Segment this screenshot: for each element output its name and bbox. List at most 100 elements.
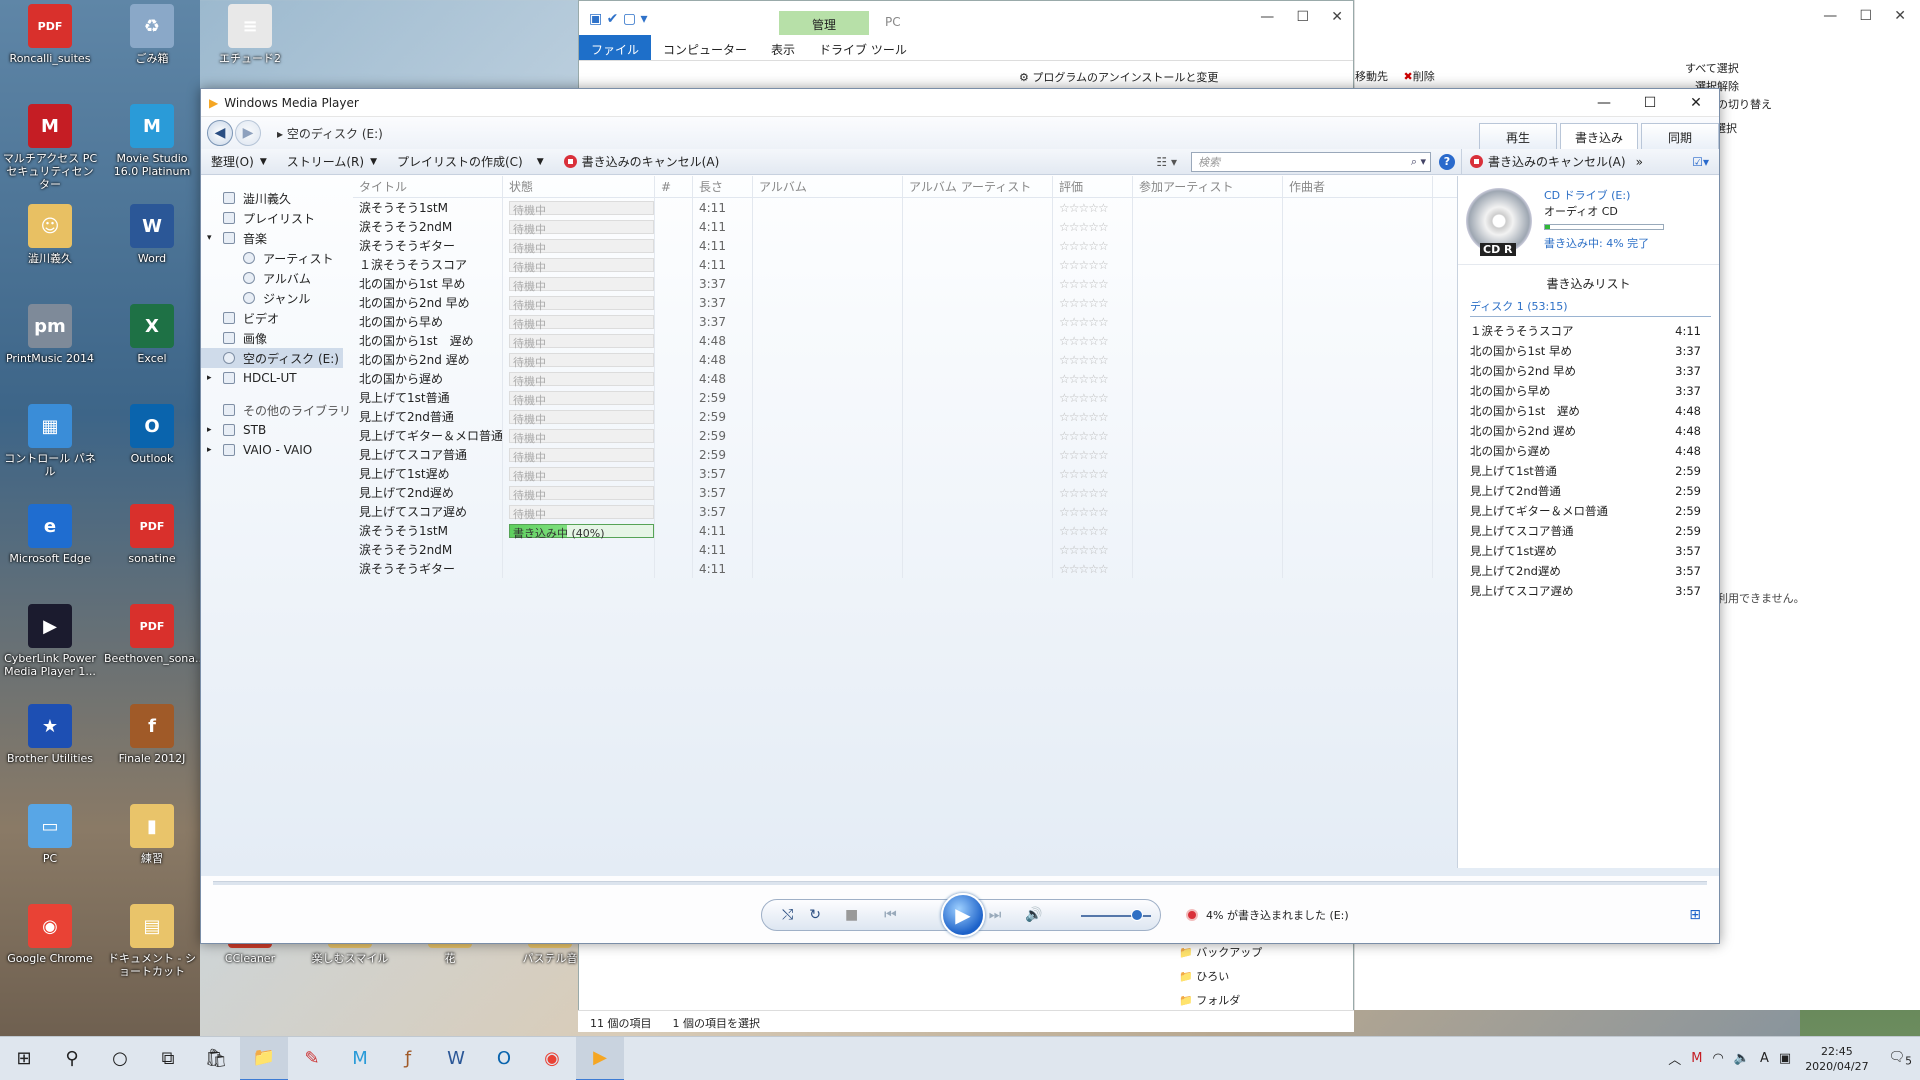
stop-button[interactable]: ■ [845, 907, 858, 923]
desktop-icon[interactable]: ≡ エチュード2 [202, 4, 298, 65]
table-row[interactable]: 見上げて2nd普通 待機中 2:59 ☆☆☆☆☆ [353, 407, 1457, 426]
nav-stb[interactable]: ▸ STB [201, 420, 353, 440]
folder-item[interactable]: 📁 ひろい [1179, 965, 1262, 989]
rating-stars[interactable]: ☆☆☆☆☆ [1053, 426, 1133, 445]
repeat-icon[interactable]: ↻ [809, 907, 821, 923]
list-item[interactable]: 見上げて1st遅め 3:57 [1458, 541, 1719, 561]
col-rating[interactable]: 評価 [1053, 176, 1133, 197]
rating-stars[interactable]: ☆☆☆☆☆ [1053, 198, 1133, 217]
nav-other-libraries[interactable]: その他のライブラリ [201, 400, 353, 420]
table-row[interactable]: 涙そうそうギター 4:11 ☆☆☆☆☆ [353, 559, 1457, 578]
select-all-button[interactable]: すべて選択 [1685, 60, 1739, 78]
table-row[interactable]: 涙そうそう1stM 書き込み中 (40%) 4:11 ☆☆☆☆☆ [353, 521, 1457, 540]
desktop-icon[interactable]: ▮ 練習 [104, 804, 200, 865]
list-item[interactable]: 北の国から早め 3:37 [1458, 381, 1719, 401]
tab-burn[interactable]: 書き込み [1560, 123, 1638, 149]
rating-stars[interactable]: ☆☆☆☆☆ [1053, 293, 1133, 312]
stream-menu[interactable]: ストリーム(R) ▼ [277, 153, 387, 170]
col-length[interactable]: 長さ [693, 176, 753, 197]
rating-stars[interactable]: ☆☆☆☆☆ [1053, 217, 1133, 236]
desktop-icon[interactable]: PDF Beethoven_sona... [104, 604, 206, 665]
rating-stars[interactable]: ☆☆☆☆☆ [1053, 521, 1133, 540]
explorer-tab-view[interactable]: 表示 [759, 35, 807, 60]
nav-hdcl[interactable]: ▸ HDCL-UT [201, 368, 353, 388]
table-row[interactable]: 北の国から早め 待機中 3:37 ☆☆☆☆☆ [353, 312, 1457, 331]
table-row[interactable]: 涙そうそう2ndM 待機中 4:11 ☆☆☆☆☆ [353, 217, 1457, 236]
rating-stars[interactable]: ☆☆☆☆☆ [1053, 331, 1133, 350]
desktop-icon[interactable]: ▭ PC [2, 804, 98, 865]
ime-pad-icon[interactable]: ▣ [1779, 1051, 1791, 1066]
nav-vaio[interactable]: ▸ VAIO - VAIO [201, 440, 353, 460]
cancel-burn-button[interactable]: 書き込みのキャンセル(A) [554, 153, 730, 170]
list-item[interactable]: 見上げて1st普通 2:59 [1458, 461, 1719, 481]
switch-to-now-playing-icon[interactable]: ⊞ [1689, 907, 1701, 923]
move-to-button[interactable]: 移動先 [1355, 70, 1388, 83]
nav-genre[interactable]: ジャンル [201, 288, 353, 308]
rating-stars[interactable]: ☆☆☆☆☆ [1053, 369, 1133, 388]
finale-notepad-icon[interactable]: ✎ [288, 1037, 336, 1080]
seek-bar[interactable] [213, 881, 1707, 885]
forward-button[interactable]: ▶ [235, 120, 261, 146]
previous-button[interactable]: ⏮ [884, 907, 897, 923]
movie-studio-icon[interactable]: M [336, 1037, 384, 1080]
table-row[interactable]: 涙そうそう1stM 待機中 4:11 ☆☆☆☆☆ [353, 198, 1457, 217]
list-item[interactable]: 見上げて2nd遅め 3:57 [1458, 561, 1719, 581]
cortana-icon[interactable]: ○ [96, 1037, 144, 1080]
rating-stars[interactable]: ☆☆☆☆☆ [1053, 483, 1133, 502]
volume-icon[interactable]: 🔊 [1025, 907, 1042, 923]
table-row[interactable]: 見上げて2nd遅め 待機中 3:57 ☆☆☆☆☆ [353, 483, 1457, 502]
chrome-icon[interactable]: ◉ [528, 1037, 576, 1080]
create-playlist-menu[interactable]: プレイリストの作成(C) ▼ [387, 153, 554, 170]
col-album[interactable]: アルバム [753, 176, 903, 197]
desktop-icon[interactable]: pm PrintMusic 2014 [2, 304, 98, 365]
view-options-button[interactable]: ☷ ▾ [1146, 155, 1187, 169]
nav-user[interactable]: 澁川義久 [201, 188, 353, 208]
rating-stars[interactable]: ☆☆☆☆☆ [1053, 502, 1133, 521]
word-icon[interactable]: W [432, 1037, 480, 1080]
shuffle-icon[interactable]: ⤭ [782, 907, 793, 923]
finale-icon[interactable]: ƒ [384, 1037, 432, 1080]
table-row[interactable]: 見上げて1st普通 待機中 2:59 ☆☆☆☆☆ [353, 388, 1457, 407]
list-item[interactable]: 見上げてスコア普通 2:59 [1458, 521, 1719, 541]
desktop-icon[interactable]: ☺ 澁川義久 [2, 204, 98, 265]
col-composer[interactable]: 作曲者 [1283, 176, 1433, 197]
cd-drive-label[interactable]: CD ドライブ (E:) [1544, 188, 1664, 204]
start-button[interactable]: ⊞ [0, 1037, 48, 1080]
volume-knob[interactable] [1131, 909, 1143, 921]
col-title[interactable]: タイトル [353, 176, 503, 197]
more-icon[interactable]: » [1636, 155, 1643, 169]
nav-pictures[interactable]: 画像 [201, 328, 353, 348]
explorer-tab-computer[interactable]: コンピューター [651, 35, 759, 60]
tab-sync[interactable]: 同期 [1641, 123, 1719, 149]
search-input[interactable]: 検索 ⌕ ▾ [1191, 151, 1431, 172]
desktop-icon[interactable]: W Word [104, 204, 200, 265]
rating-stars[interactable]: ☆☆☆☆☆ [1053, 559, 1133, 578]
list-item[interactable]: 北の国から2nd 遅め 4:48 [1458, 421, 1719, 441]
maximize-button[interactable]: ☐ [1627, 95, 1673, 111]
desktop-icon[interactable]: ◉ Google Chrome [2, 904, 98, 965]
explorer2-window-controls[interactable]: — ☐ ✕ [1823, 8, 1906, 24]
table-row[interactable]: 北の国から2nd 遅め 待機中 4:48 ☆☆☆☆☆ [353, 350, 1457, 369]
uninstall-button[interactable]: ⚙ プログラムのアンインストールと変更 [1019, 69, 1218, 85]
table-row[interactable]: 北の国から2nd 早め 待機中 3:37 ☆☆☆☆☆ [353, 293, 1457, 312]
desktop-icon[interactable]: ▦ コントロール パネル [2, 404, 98, 478]
desktop-icon[interactable]: PDF Roncalli_suites [2, 4, 98, 65]
store-icon[interactable]: 🛍 [192, 1037, 240, 1080]
wifi-icon[interactable]: ◠ [1712, 1051, 1723, 1066]
explorer-manage-tab[interactable]: 管理 [779, 11, 869, 35]
speaker-icon[interactable]: 🔈 [1734, 1051, 1750, 1066]
explorer-tab-file[interactable]: ファイル [579, 35, 652, 60]
list-item[interactable]: 北の国から1st 遅め 4:48 [1458, 401, 1719, 421]
table-row[interactable]: 見上げて1st遅め 待機中 3:57 ☆☆☆☆☆ [353, 464, 1457, 483]
list-item[interactable]: 見上げて2nd普通 2:59 [1458, 481, 1719, 501]
list-item[interactable]: １涙そうそうスコア 4:11 [1458, 321, 1719, 341]
col-number[interactable]: # [655, 176, 693, 197]
desktop-icon[interactable]: ▶ CyberLink Power Media Player 1... [2, 604, 98, 678]
table-row[interactable]: 見上げてスコア普通 待機中 2:59 ☆☆☆☆☆ [353, 445, 1457, 464]
col-status[interactable]: 状態 [503, 176, 655, 197]
rating-stars[interactable]: ☆☆☆☆☆ [1053, 540, 1133, 559]
explorer-tab-drive-tools[interactable]: ドライブ ツール [807, 35, 919, 60]
notifications-icon[interactable]: 🗨5 [1889, 1050, 1912, 1068]
col-contributing-artist[interactable]: 参加アーティスト [1133, 176, 1283, 197]
col-album-artist[interactable]: アルバム アーティスト [903, 176, 1053, 197]
